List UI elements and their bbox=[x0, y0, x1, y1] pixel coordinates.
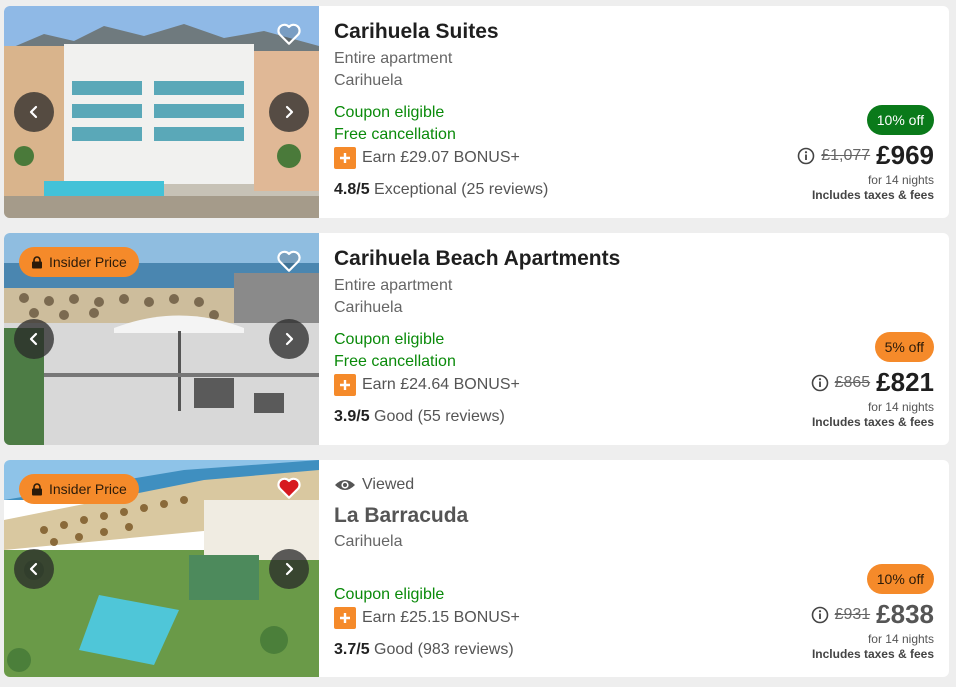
property-photo[interactable] bbox=[4, 6, 319, 218]
property-card[interactable]: Carihuela Suites Entire apartment Carihu… bbox=[4, 6, 949, 218]
insider-price-label: Insider Price bbox=[49, 481, 127, 497]
property-info: Carihuela Beach Apartments Entire apartm… bbox=[334, 233, 949, 445]
original-price: £931 bbox=[834, 605, 871, 623]
save-heart-button[interactable] bbox=[275, 247, 303, 275]
plus-icon bbox=[334, 374, 356, 396]
original-price: £1,077 bbox=[821, 146, 871, 164]
current-price: £821 bbox=[876, 367, 934, 397]
viewed-label: Viewed bbox=[362, 476, 415, 493]
property-photo[interactable]: Insider Price bbox=[4, 460, 319, 677]
previous-photo-button[interactable] bbox=[14, 548, 54, 589]
property-area: Carihuela bbox=[334, 299, 403, 316]
property-photo[interactable]: Insider Price bbox=[4, 233, 319, 445]
free-cancellation-label: Free cancellation bbox=[334, 353, 456, 370]
heart-icon bbox=[277, 250, 301, 272]
rating-score: 3.9/5 bbox=[334, 408, 370, 425]
property-info: Viewed La Barracuda Carihuela Coupon eli… bbox=[334, 460, 949, 677]
insider-price-label: Insider Price bbox=[49, 254, 127, 270]
heart-icon bbox=[277, 23, 301, 45]
rating-text: Good (55 reviews) bbox=[374, 408, 505, 425]
coupon-eligible-label: Coupon eligible bbox=[334, 104, 445, 121]
chevron-right-icon bbox=[285, 562, 294, 575]
coupon-eligible-label: Coupon eligible bbox=[334, 586, 445, 603]
current-price: £969 bbox=[876, 140, 934, 170]
eye-icon bbox=[335, 480, 355, 490]
lock-icon bbox=[32, 255, 42, 268]
property-card[interactable]: Insider Price Viewed La Barracuda Carihu… bbox=[4, 460, 949, 677]
insider-price-badge: Insider Price bbox=[19, 247, 139, 277]
property-type: Entire apartment bbox=[334, 50, 453, 67]
info-icon[interactable] bbox=[811, 606, 829, 624]
price-row: £931 £838 bbox=[811, 599, 934, 630]
property-area: Carihuela bbox=[334, 72, 403, 89]
chevron-right-icon bbox=[285, 332, 294, 346]
property-name[interactable]: Carihuela Suites bbox=[334, 20, 499, 44]
bonus-label: Earn £24.64 BONUS+ bbox=[362, 376, 520, 393]
discount-badge: 10% off bbox=[866, 105, 934, 135]
original-price: £865 bbox=[834, 373, 871, 391]
plus-icon bbox=[334, 607, 356, 629]
bonus-earn: Earn £24.64 BONUS+ bbox=[334, 374, 520, 396]
bonus-earn: Earn £29.07 BONUS+ bbox=[334, 147, 520, 169]
info-icon[interactable] bbox=[811, 374, 829, 392]
previous-photo-button[interactable] bbox=[14, 319, 54, 359]
info-icon[interactable] bbox=[797, 147, 815, 165]
discount-badge: 10% off bbox=[866, 564, 934, 594]
property-name[interactable]: La Barracuda bbox=[334, 504, 468, 528]
rating: 3.7/5 Good (983 reviews) bbox=[334, 641, 514, 659]
rating: 4.8/5 Exceptional (25 reviews) bbox=[334, 181, 548, 199]
price-row: £865 £821 bbox=[811, 367, 934, 398]
lock-icon bbox=[32, 482, 42, 495]
saved-heart-button[interactable] bbox=[275, 474, 303, 502]
taxes-note: Includes taxes & fees bbox=[811, 647, 934, 661]
price-row: £1,077 £969 bbox=[797, 140, 934, 171]
bonus-label: Earn £29.07 BONUS+ bbox=[362, 149, 520, 166]
rating: 3.9/5 Good (55 reviews) bbox=[334, 408, 505, 426]
bonus-earn: Earn £25.15 BONUS+ bbox=[334, 607, 520, 629]
next-photo-button[interactable] bbox=[269, 92, 309, 132]
plus-icon bbox=[334, 147, 356, 169]
property-card[interactable]: Insider Price Carihuela Beach Apartments… bbox=[4, 233, 949, 445]
previous-photo-button[interactable] bbox=[14, 92, 54, 132]
free-cancellation-label: Free cancellation bbox=[334, 126, 456, 143]
rating-text: Good (983 reviews) bbox=[374, 641, 514, 658]
current-price: £838 bbox=[876, 599, 934, 629]
results-list: Carihuela Suites Entire apartment Carihu… bbox=[0, 0, 956, 687]
coupon-eligible-label: Coupon eligible bbox=[334, 331, 445, 348]
viewed-indicator: Viewed bbox=[334, 476, 414, 494]
rating-score: 4.8/5 bbox=[334, 181, 370, 198]
rating-score: 3.7/5 bbox=[334, 641, 370, 658]
property-info: Carihuela Suites Entire apartment Carihu… bbox=[334, 6, 949, 218]
stay-duration: for 14 nights bbox=[867, 632, 934, 646]
bonus-label: Earn £25.15 BONUS+ bbox=[362, 609, 520, 626]
taxes-note: Includes taxes & fees bbox=[811, 415, 934, 429]
chevron-left-icon bbox=[29, 562, 38, 575]
save-heart-button[interactable] bbox=[275, 20, 303, 48]
rating-text: Exceptional (25 reviews) bbox=[374, 181, 549, 198]
next-photo-button[interactable] bbox=[269, 319, 309, 359]
chevron-left-icon bbox=[29, 105, 38, 119]
heart-icon bbox=[277, 477, 301, 499]
stay-duration: for 14 nights bbox=[867, 173, 934, 187]
next-photo-button[interactable] bbox=[269, 548, 309, 589]
taxes-note: Includes taxes & fees bbox=[811, 188, 934, 202]
property-type: Entire apartment bbox=[334, 277, 453, 294]
property-name[interactable]: Carihuela Beach Apartments bbox=[334, 247, 620, 271]
insider-price-badge: Insider Price bbox=[19, 474, 139, 504]
chevron-left-icon bbox=[29, 332, 38, 346]
chevron-right-icon bbox=[285, 105, 294, 119]
stay-duration: for 14 nights bbox=[867, 400, 934, 414]
property-area: Carihuela bbox=[334, 533, 403, 550]
discount-badge: 5% off bbox=[874, 332, 934, 362]
